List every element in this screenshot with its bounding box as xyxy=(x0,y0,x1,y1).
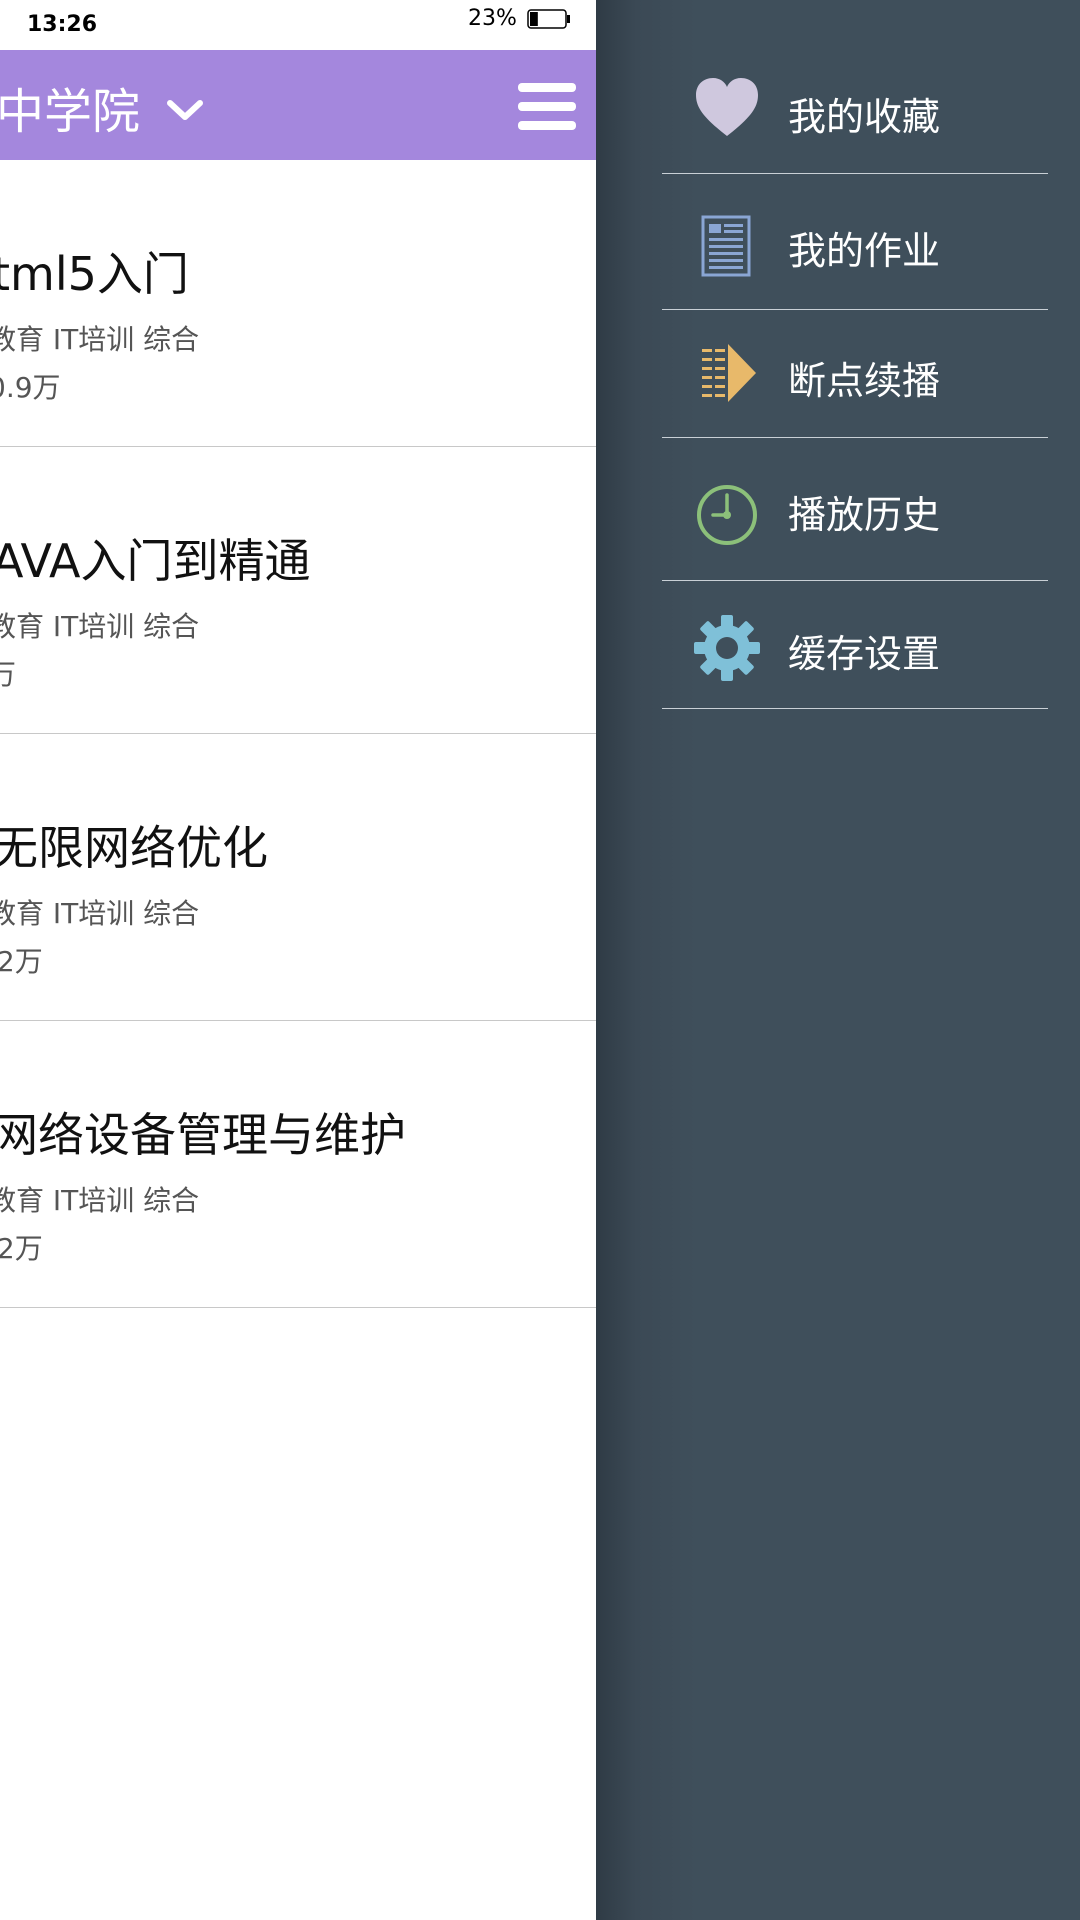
drawer-item-label: 断点续播 xyxy=(788,359,941,403)
chevron-down-icon[interactable] xyxy=(165,98,205,124)
course-title: AVA入门到精通 xyxy=(0,534,311,588)
course-title: 网络设备管理与维护 xyxy=(0,1108,406,1162)
drawer-item-label: 我的收藏 xyxy=(788,95,941,139)
drawer-item-label: 我的作业 xyxy=(788,229,941,273)
clock-icon xyxy=(697,485,757,545)
gear-icon xyxy=(694,615,760,681)
course-tags: 教育 IT培训 综合 xyxy=(0,323,200,356)
status-time: 13:26 xyxy=(27,12,98,37)
drawer-item-cache-settings[interactable]: 缓存设置 xyxy=(662,581,1048,709)
course-item[interactable]: 无限网络优化 教育 IT培训 综合 .2万 xyxy=(0,734,596,1021)
course-item[interactable]: tml5入门 教育 IT培训 综合 0.9万 xyxy=(0,160,596,447)
hamburger-menu-icon[interactable] xyxy=(510,79,582,135)
resume-play-icon xyxy=(702,344,756,402)
document-icon xyxy=(701,215,751,277)
drawer-item-label: 缓存设置 xyxy=(788,632,941,676)
battery-icon xyxy=(527,9,570,29)
course-views: 0.9万 xyxy=(0,371,61,404)
course-title: 无限网络优化 xyxy=(0,821,268,875)
drawer-item-play-history[interactable]: 播放历史 xyxy=(662,438,1048,581)
course-tags: 教育 IT培训 综合 xyxy=(0,1184,200,1217)
course-title: tml5入门 xyxy=(0,247,189,301)
status-bar: 13:26 23% xyxy=(0,0,596,50)
course-list: tml5入门 教育 IT培训 综合 0.9万 AVA入门到精通 教育 IT培训 … xyxy=(0,160,596,1308)
course-item[interactable]: AVA入门到精通 教育 IT培训 综合 万 xyxy=(0,447,596,734)
course-views: .2万 xyxy=(0,945,43,978)
course-tags: 教育 IT培训 综合 xyxy=(0,610,200,643)
heart-icon xyxy=(696,78,758,136)
drawer-item-resume-play[interactable]: 断点续播 xyxy=(662,310,1048,438)
side-drawer: 我的收藏 我的作业 断点续播 播放历史 缓存设置 xyxy=(596,0,1080,1920)
drawer-item-homework[interactable]: 我的作业 xyxy=(662,174,1048,310)
battery-percentage: 23% xyxy=(468,6,517,31)
drawer-item-favorites[interactable]: 我的收藏 xyxy=(662,40,1048,174)
course-tags: 教育 IT培训 综合 xyxy=(0,897,200,930)
course-views: .2万 xyxy=(0,1232,43,1265)
course-item[interactable]: 网络设备管理与维护 教育 IT培训 综合 .2万 xyxy=(0,1021,596,1308)
course-views: 万 xyxy=(0,653,16,693)
app-header: 中学院 xyxy=(0,50,596,160)
drawer-item-label: 播放历史 xyxy=(788,493,941,537)
college-selector[interactable]: 中学院 xyxy=(0,72,140,142)
